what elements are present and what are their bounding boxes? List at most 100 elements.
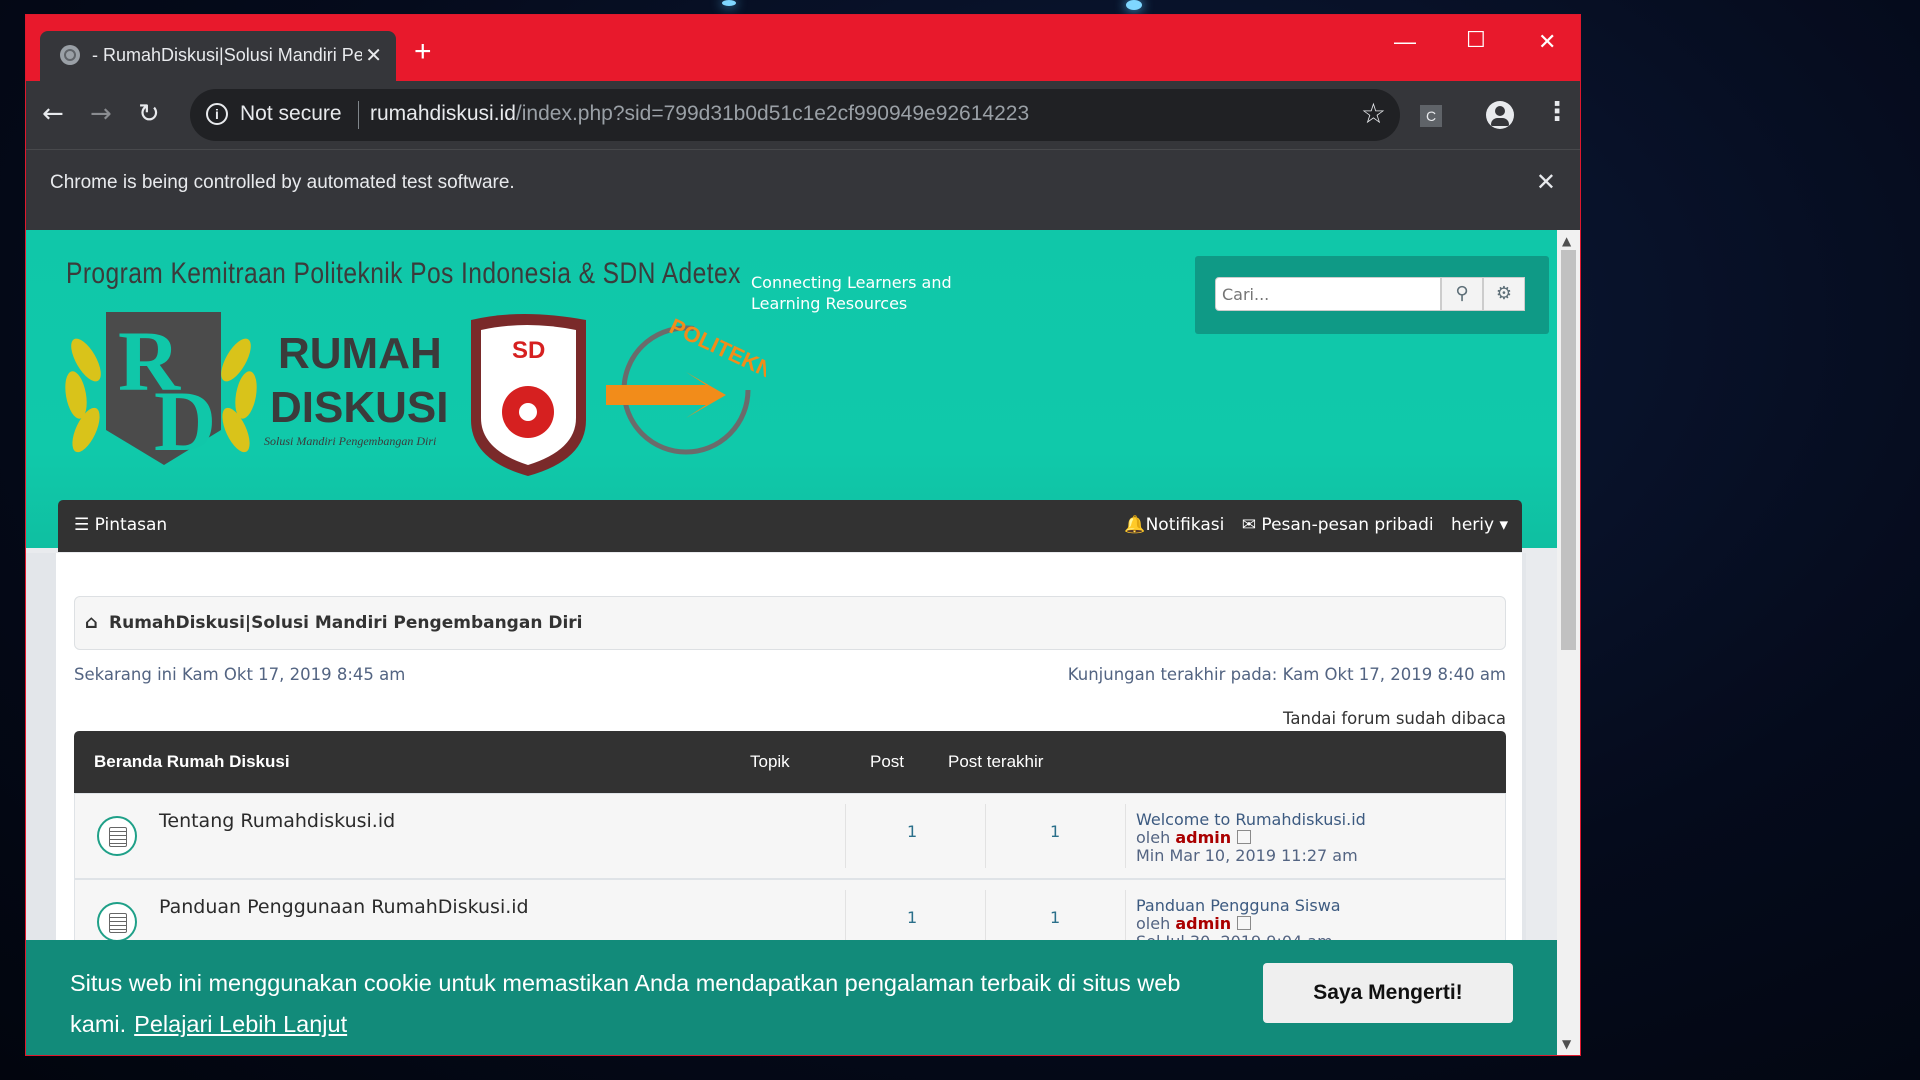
browser-window: - RumahDiskusi|Solusi Mandiri Pengembang… <box>25 14 1581 1056</box>
col-topics: Topik <box>750 752 790 771</box>
extension-icon[interactable]: C <box>1420 105 1442 127</box>
profile-icon[interactable] <box>1486 101 1514 129</box>
author-link[interactable]: admin <box>1175 914 1231 933</box>
messages-label: Pesan-pesan pribadi <box>1261 515 1434 535</box>
forum-title-link[interactable]: Tentang Rumahdiskusi.id <box>159 810 395 832</box>
col-last-post: Post terakhir <box>948 752 1044 771</box>
scroll-up-icon[interactable]: ▲ <box>1562 234 1571 248</box>
username: heriy <box>1451 515 1495 535</box>
category-title[interactable]: Beranda Rumah Diskusi <box>94 752 290 772</box>
learn-more-link[interactable]: Pelajari Lebih Lanjut <box>134 1011 347 1037</box>
current-time: Sekarang ini Kam Okt 17, 2019 8:45 am <box>74 665 406 684</box>
forum-read-icon <box>97 816 137 856</box>
maximize-button[interactable]: ☐ <box>1466 27 1486 53</box>
back-icon[interactable]: ← <box>42 99 64 129</box>
column-divider <box>845 804 846 868</box>
url-path: /index.php?sid=799d31b0d51c1e2cf990949e9… <box>515 102 1030 125</box>
desktop-light <box>722 0 736 6</box>
site-navbar: ☰ Pintasan 🔔Notifikasi ✉ Pesan-pesan pri… <box>58 500 1522 552</box>
caret-down-icon: ▾ <box>1494 515 1508 535</box>
col-posts: Post <box>870 752 905 771</box>
search-box: ⚲ ⚙ <box>1195 256 1549 334</box>
reload-icon[interactable]: ↻ <box>138 99 160 129</box>
close-window-button[interactable]: ✕ <box>1538 29 1556 55</box>
minimize-button[interactable]: — <box>1394 29 1416 55</box>
navbar-right: 🔔Notifikasi ✉ Pesan-pesan pribadi heriy … <box>1124 515 1508 535</box>
forum-title-link[interactable]: Panduan Penggunaan RumahDiskusi.id <box>159 896 529 918</box>
page-viewport: Program Kemitraan Politeknik Pos Indones… <box>26 230 1557 1055</box>
last-post-date: Min Mar 10, 2019 11:27 am <box>1136 846 1358 865</box>
cookie-banner: Situs web ini menggunakan cookie untuk m… <box>26 940 1557 1055</box>
view-latest-post-icon[interactable] <box>1237 916 1252 930</box>
tab-title: - RumahDiskusi|Solusi Mandiri Pengembang… <box>92 45 362 65</box>
toolbar-divider <box>26 215 1580 230</box>
inbox-icon: ✉ <box>1241 515 1262 535</box>
last-visit: Kunjungan terakhir pada: Kam Okt 17, 201… <box>1067 665 1506 684</box>
info-icon[interactable]: i <box>206 103 228 125</box>
close-tab-icon[interactable]: ✕ <box>365 43 382 68</box>
scrollbar-thumb[interactable] <box>1561 250 1576 650</box>
address-bar[interactable]: i Not secure rumahdiskusi.id/index.php?s… <box>190 89 1400 141</box>
browser-toolbar: ← → ↻ i Not secure rumahdiskusi.id/index… <box>26 81 1580 149</box>
column-divider <box>1125 804 1126 868</box>
page-scrollbar[interactable]: ▲ ▼ <box>1557 230 1580 1055</box>
breadcrumb-link[interactable]: RumahDiskusi|Solusi Mandiri Pengembangan… <box>109 613 583 633</box>
cookie-message-block: Situs web ini menggunakan cookie untuk m… <box>70 963 1250 1045</box>
site-logo[interactable]: R D RUMAH DISKUSI Solusi Mandiri Pengemb… <box>46 300 766 490</box>
svg-text:SD: SD <box>512 337 545 364</box>
gear-icon[interactable]: ⚙ <box>1483 277 1525 311</box>
topic-count: 1 <box>907 908 918 927</box>
post-count: 1 <box>1050 908 1061 927</box>
search-icon[interactable]: ⚲ <box>1441 277 1483 311</box>
browser-tab[interactable]: - RumahDiskusi|Solusi Mandiri Pengembang… <box>40 31 396 81</box>
user-menu[interactable]: heriy ▾ <box>1451 515 1508 535</box>
automation-infobar: Chrome is being controlled by automated … <box>26 149 1580 216</box>
url-host: rumahdiskusi.id <box>370 102 516 125</box>
shortcuts-label: Pintasan <box>94 515 168 535</box>
svg-text:RUMAH: RUMAH <box>278 329 442 378</box>
svg-text:POLITEKNIK: POLITEKNIK <box>666 313 766 392</box>
accept-cookies-button[interactable]: Saya Mengerti! <box>1263 963 1513 1023</box>
hamburger-icon: ☰ <box>74 515 95 535</box>
messages-link[interactable]: ✉ Pesan-pesan pribadi <box>1242 515 1434 535</box>
url-text[interactable]: rumahdiskusi.id/index.php?sid=799d31b0d5… <box>370 102 1029 126</box>
svg-text:Solusi Mandiri Pengembangan Di: Solusi Mandiri Pengembangan Diri <box>264 434 436 448</box>
title-bar: - RumahDiskusi|Solusi Mandiri Pengembang… <box>26 15 1580 81</box>
author-link[interactable]: admin <box>1175 828 1231 847</box>
svg-text:D: D <box>154 373 216 469</box>
forward-icon[interactable]: → <box>90 99 112 129</box>
site-header: Program Kemitraan Politeknik Pos Indones… <box>26 230 1557 552</box>
bookmark-star-icon[interactable]: ☆ <box>1361 97 1386 130</box>
column-divider <box>985 804 986 868</box>
forum-table-header: Beranda Rumah Diskusi Topik Post Post te… <box>74 731 1506 793</box>
notifications-label: Notifikasi <box>1145 515 1225 535</box>
last-post-title[interactable]: Welcome to Rumahdiskusi.id <box>1136 811 1366 829</box>
menu-kebab-icon[interactable]: ⋮ <box>1544 97 1570 127</box>
infobar-close-icon[interactable]: ✕ <box>1536 168 1556 197</box>
by-label: oleh <box>1136 828 1171 847</box>
security-label: Not secure <box>240 102 342 125</box>
bell-icon: 🔔 <box>1124 515 1146 535</box>
forum-read-icon <box>97 902 137 942</box>
scroll-down-icon[interactable]: ▼ <box>1562 1037 1571 1051</box>
omnibox-separator <box>358 101 359 129</box>
shortcuts-menu[interactable]: ☰ Pintasan <box>74 515 167 535</box>
site-logo-text[interactable]: Program Kemitraan Politeknik Pos Indones… <box>66 257 741 291</box>
last-post-title[interactable]: Panduan Pengguna Siswa <box>1136 897 1341 915</box>
breadcrumb: ⌂ RumahDiskusi|Solusi Mandiri Pengembang… <box>74 596 1506 650</box>
svg-text:DISKUSI: DISKUSI <box>270 383 448 432</box>
desktop-light <box>1126 0 1142 10</box>
forum-row: Tentang Rumahdiskusi.id 1 1 Welcome to R… <box>74 793 1506 879</box>
new-tab-button[interactable]: + <box>414 35 432 69</box>
home-icon[interactable]: ⌂ <box>85 612 98 633</box>
site-tagline: Connecting Learners and Learning Resourc… <box>751 273 952 313</box>
by-label: oleh <box>1136 914 1171 933</box>
notifications-link[interactable]: 🔔Notifikasi <box>1124 515 1224 535</box>
last-post: Welcome to Rumahdiskusi.id oleh admin Mi… <box>1136 811 1366 865</box>
post-count: 1 <box>1050 822 1061 841</box>
search-input[interactable] <box>1215 277 1441 311</box>
view-latest-post-icon[interactable] <box>1237 830 1252 844</box>
globe-icon <box>60 45 80 65</box>
mark-forums-read-link[interactable]: Tandai forum sudah dibaca <box>1283 709 1506 728</box>
infobar-message: Chrome is being controlled by automated … <box>50 172 515 193</box>
